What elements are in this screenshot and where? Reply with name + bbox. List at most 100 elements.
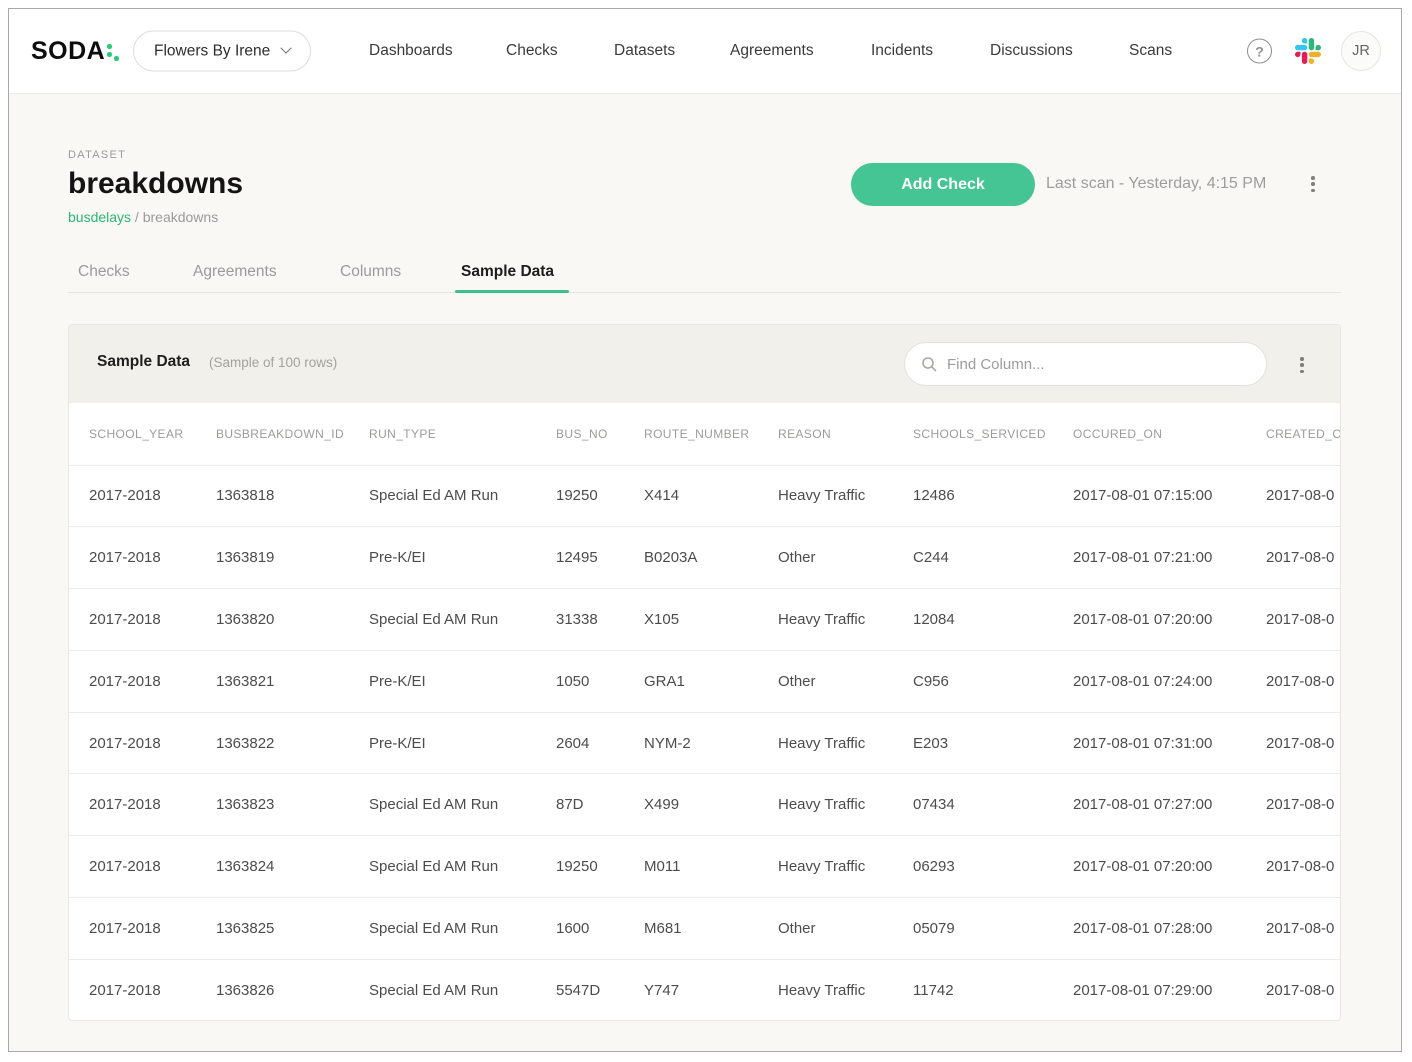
table-cell: 2017-2018 [69, 650, 196, 712]
table-cell: 2017-2018 [69, 712, 196, 774]
table-cell: 2017-08-0 [1246, 959, 1341, 1021]
table-cell: 2017-2018 [69, 774, 196, 836]
table-cell: 1050 [536, 650, 624, 712]
tab-agreements[interactable]: Agreements [193, 263, 277, 281]
table-cell: 05079 [893, 898, 1053, 960]
find-column-search[interactable] [904, 342, 1267, 386]
tab-checks[interactable]: Checks [78, 263, 130, 281]
add-check-button[interactable]: Add Check [851, 163, 1035, 206]
table-cell: M681 [624, 898, 758, 960]
table-body: 2017-20181363818Special Ed AM Run19250X4… [69, 465, 1341, 1021]
nav-item-discussions[interactable]: Discussions [990, 42, 1073, 60]
table-cell: 2017-08-01 07:29:00 [1053, 959, 1246, 1021]
nav-item-dashboards[interactable]: Dashboards [369, 42, 453, 60]
sample-data-panel: Sample Data (Sample of 100 rows) SCHOOL_… [68, 324, 1341, 1021]
table-cell: 2017-08-01 07:20:00 [1053, 836, 1246, 898]
user-avatar[interactable]: JR [1341, 31, 1381, 71]
table-cell: Other [758, 898, 893, 960]
table-cell: Pre-K/EI [349, 712, 536, 774]
table-cell: 2017-08-0 [1246, 774, 1341, 836]
column-header: REASON [758, 403, 893, 465]
tab-columns[interactable]: Columns [340, 263, 401, 281]
column-header: SCHOOLS_SERVICED [893, 403, 1053, 465]
slack-icon[interactable] [1295, 38, 1321, 64]
table-cell: 1363823 [196, 774, 349, 836]
column-header: OCCURED_ON [1053, 403, 1246, 465]
panel-title: Sample Data [97, 353, 190, 371]
column-header: BUSBREAKDOWN_ID [196, 403, 349, 465]
find-column-input[interactable] [947, 356, 1250, 373]
table-header-row: SCHOOL_YEARBUSBREAKDOWN_IDRUN_TYPEBUS_NO… [69, 403, 1341, 465]
table-cell: Special Ed AM Run [349, 589, 536, 651]
chevron-down-icon [281, 42, 292, 53]
nav-item-agreements[interactable]: Agreements [730, 42, 814, 60]
breadcrumb: busdelays / breakdowns [68, 209, 218, 225]
table-cell: 12486 [893, 465, 1053, 527]
table-cell: 19250 [536, 465, 624, 527]
soda-logo-text: SODA [31, 39, 105, 63]
table-cell: C244 [893, 527, 1053, 589]
table-row: 2017-20181363819Pre-K/EI12495B0203AOther… [69, 527, 1341, 589]
table-cell: Heavy Traffic [758, 774, 893, 836]
table-cell: X105 [624, 589, 758, 651]
table-cell: 06293 [893, 836, 1053, 898]
nav-item-checks[interactable]: Checks [506, 42, 558, 60]
table-cell: Other [758, 527, 893, 589]
help-icon[interactable]: ? [1247, 39, 1272, 64]
breadcrumb-current: breakdowns [143, 209, 219, 225]
table-cell: 2017-08-01 07:31:00 [1053, 712, 1246, 774]
table-cell: 1363825 [196, 898, 349, 960]
table-cell: Heavy Traffic [758, 465, 893, 527]
table-cell: C956 [893, 650, 1053, 712]
table-row: 2017-20181363822Pre-K/EI2604NYM-2Heavy T… [69, 712, 1341, 774]
table-cell: 2017-08-0 [1246, 589, 1341, 651]
table-cell: 1363826 [196, 959, 349, 1021]
app-window: SODA Flowers By Irene Dashboards Checks Da… [8, 8, 1402, 1052]
table-cell: M011 [624, 836, 758, 898]
table-cell: Special Ed AM Run [349, 898, 536, 960]
table-cell: 2017-08-01 07:21:00 [1053, 527, 1246, 589]
table-row: 2017-20181363824Special Ed AM Run19250M0… [69, 836, 1341, 898]
table-cell: 1363818 [196, 465, 349, 527]
table-cell: 2017-08-01 07:20:00 [1053, 589, 1246, 651]
table-cell: 1363820 [196, 589, 349, 651]
last-scan-status: Last scan - Yesterday, 4:15 PM [1046, 175, 1266, 193]
nav-item-incidents[interactable]: Incidents [871, 42, 933, 60]
table-cell: Heavy Traffic [758, 712, 893, 774]
page-title: breakdowns [68, 167, 243, 201]
table-cell: NYM-2 [624, 712, 758, 774]
panel-kebab-menu[interactable] [1296, 353, 1308, 377]
org-selector-dropdown[interactable]: Flowers By Irene [133, 31, 311, 72]
table-cell: X414 [624, 465, 758, 527]
table-cell: 87D [536, 774, 624, 836]
table-cell: Heavy Traffic [758, 836, 893, 898]
soda-logo-dots-icon [105, 39, 119, 63]
table-cell: 1363824 [196, 836, 349, 898]
table-row: 2017-20181363823Special Ed AM Run87DX499… [69, 774, 1341, 836]
table-cell: Special Ed AM Run [349, 836, 536, 898]
column-header: BUS_NO [536, 403, 624, 465]
tab-sample-data[interactable]: Sample Data [461, 263, 554, 281]
column-header: ROUTE_NUMBER [624, 403, 758, 465]
table-cell: 31338 [536, 589, 624, 651]
breadcrumb-parent-link[interactable]: busdelays [68, 209, 131, 225]
nav-item-scans[interactable]: Scans [1129, 42, 1172, 60]
soda-logo[interactable]: SODA [31, 39, 119, 63]
table-cell: Other [758, 650, 893, 712]
nav-item-datasets[interactable]: Datasets [614, 42, 675, 60]
dataset-kebab-menu[interactable] [1307, 172, 1319, 196]
top-nav-bar: SODA Flowers By Irene Dashboards Checks Da… [9, 9, 1401, 94]
table-cell: Special Ed AM Run [349, 959, 536, 1021]
table-cell: Heavy Traffic [758, 589, 893, 651]
table-cell: Special Ed AM Run [349, 465, 536, 527]
table-cell: 2017-08-0 [1246, 465, 1341, 527]
breadcrumb-separator: / [131, 209, 143, 225]
table-cell: Pre-K/EI [349, 527, 536, 589]
sample-data-table: SCHOOL_YEARBUSBREAKDOWN_IDRUN_TYPEBUS_NO… [69, 403, 1341, 1021]
help-glyph: ? [1255, 43, 1264, 59]
table-cell: 2017-2018 [69, 898, 196, 960]
tab-bar-divider [68, 292, 1341, 293]
table-cell: 19250 [536, 836, 624, 898]
table-row: 2017-20181363818Special Ed AM Run19250X4… [69, 465, 1341, 527]
search-icon [921, 356, 937, 372]
